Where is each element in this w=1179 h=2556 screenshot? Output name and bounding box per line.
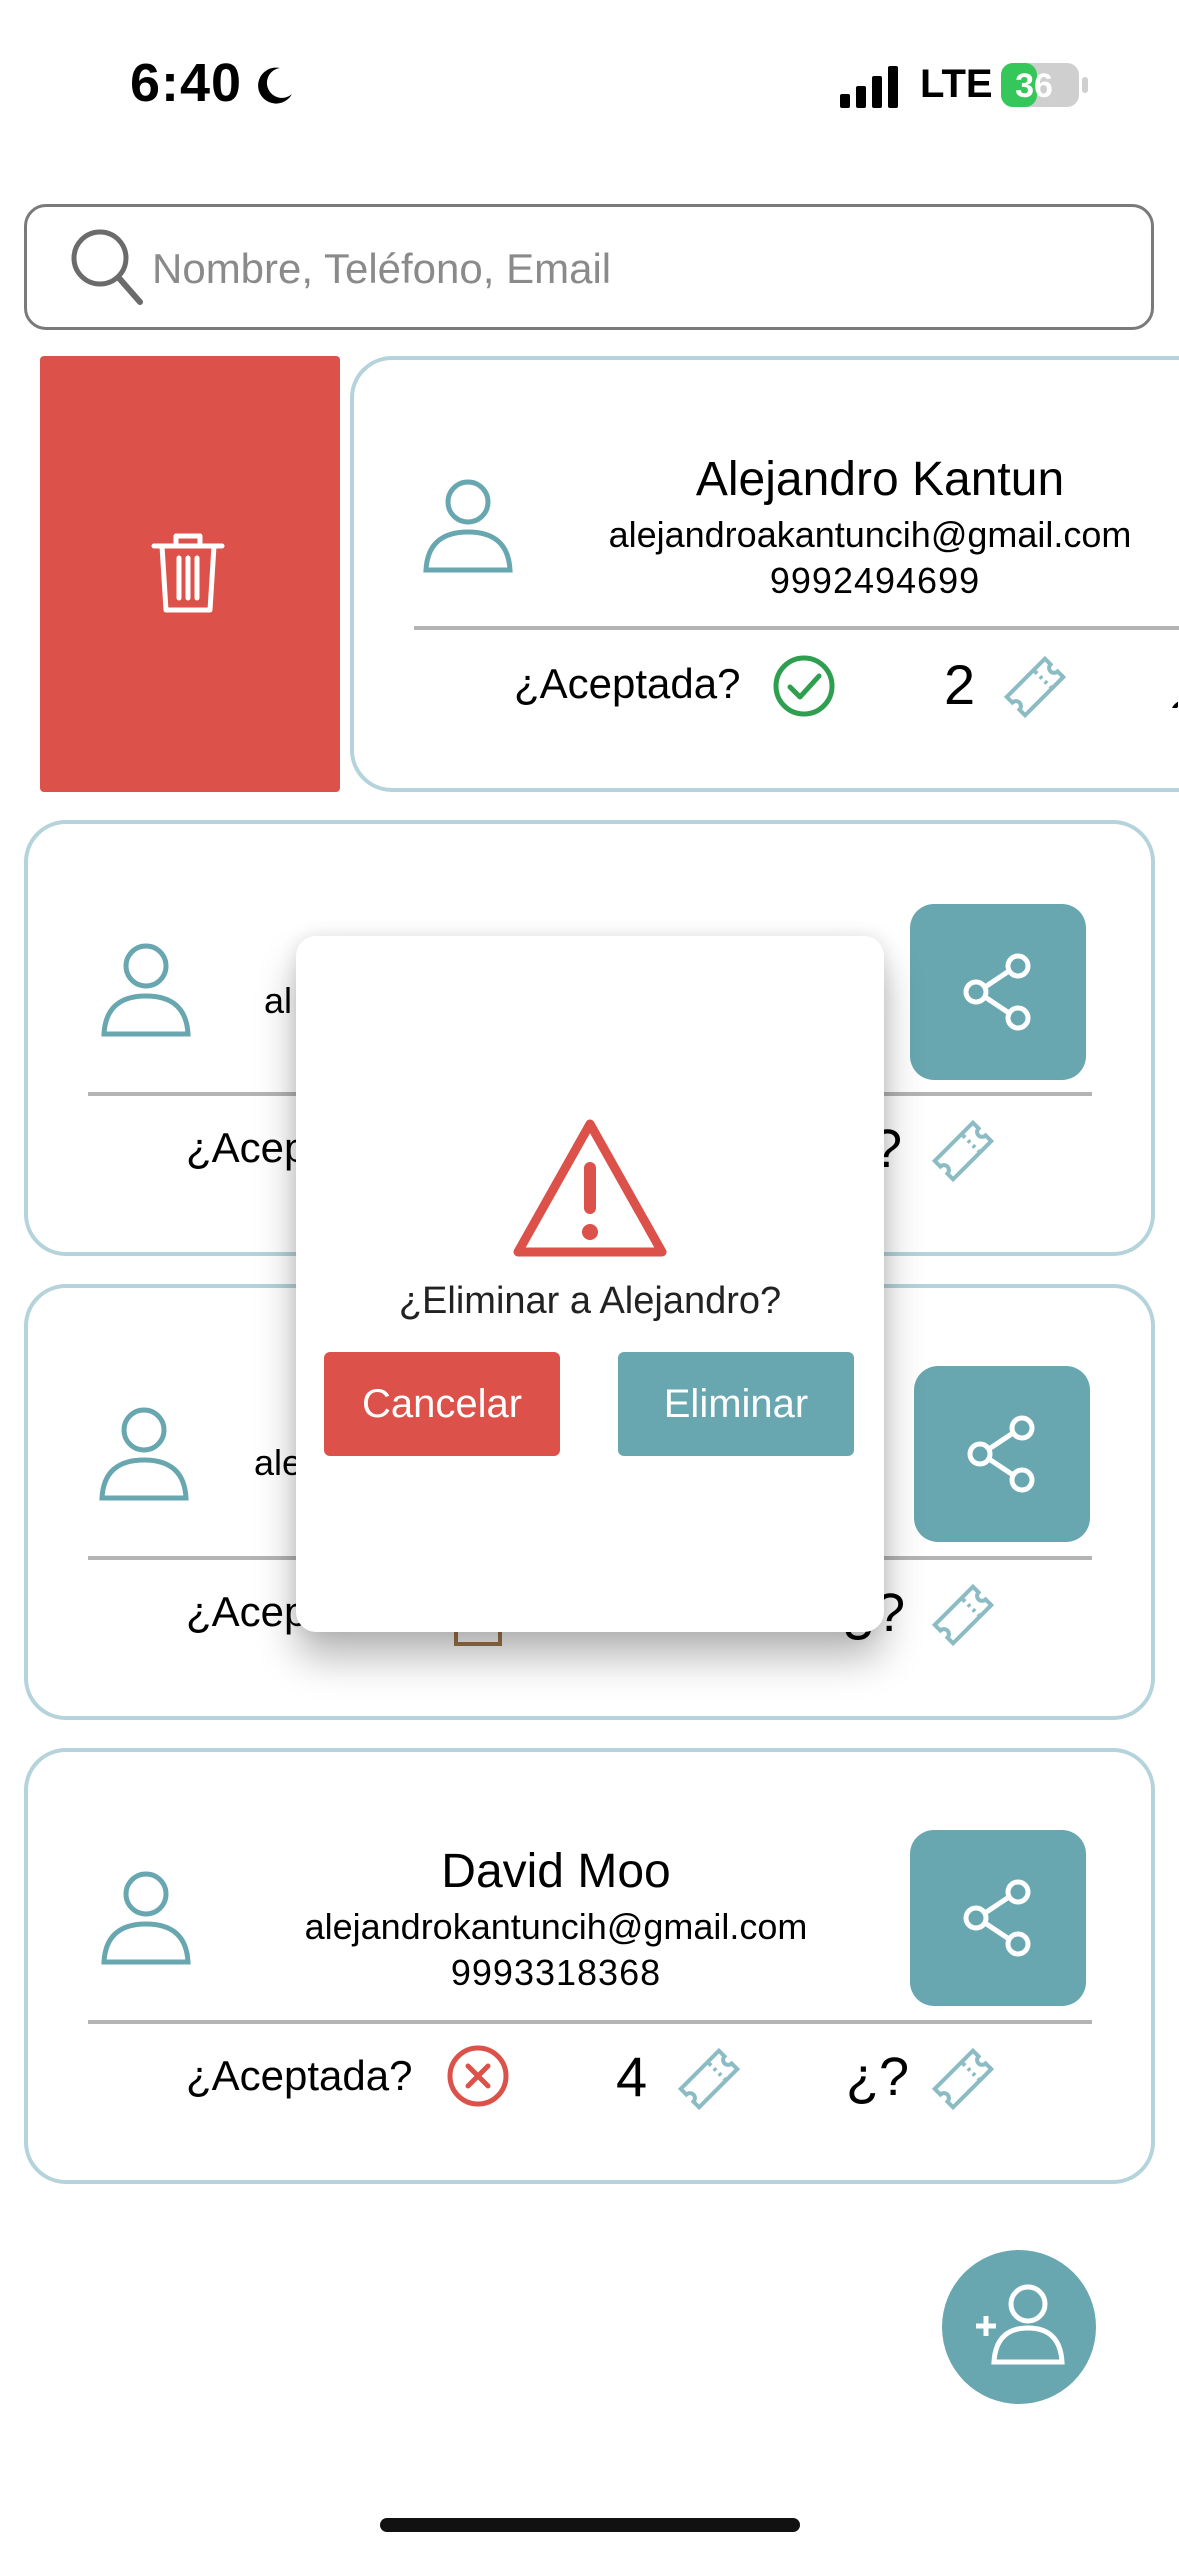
signal-icon bbox=[840, 66, 898, 108]
unknown-label: ¿? bbox=[846, 2047, 910, 2107]
search-input[interactable] bbox=[150, 238, 1114, 300]
search-icon bbox=[71, 229, 143, 305]
ticket-count: 2 bbox=[944, 653, 976, 716]
accepted-label: ¿Acep bbox=[186, 1124, 308, 1171]
ticket-count: 4 bbox=[616, 2045, 648, 2108]
ticket-icon bbox=[677, 2047, 741, 2111]
ticket-icon bbox=[931, 2047, 995, 2111]
confirm-delete-button[interactable]: Eliminar bbox=[618, 1352, 854, 1456]
guest-phone: 9992494699 bbox=[769, 560, 981, 601]
guest-name: David Moo bbox=[441, 1845, 671, 1898]
status-time: 6:40 bbox=[130, 53, 243, 113]
home-indicator bbox=[380, 2518, 800, 2532]
accepted-label: ¿Aceptada? bbox=[186, 2052, 413, 2099]
guest-name: Alejandro Kantun bbox=[695, 453, 1065, 506]
dialog-message: ¿Eliminar a Alejandro? bbox=[398, 1280, 782, 1322]
unknown-label-clipped: ¿ bbox=[1168, 664, 1178, 708]
guest-email-partial: ale bbox=[254, 1442, 303, 1483]
ticket-icon bbox=[931, 1119, 995, 1183]
x-circle-icon bbox=[447, 2045, 509, 2107]
moon-icon bbox=[258, 67, 292, 104]
share-icon bbox=[963, 953, 1031, 1031]
share-icon bbox=[967, 1415, 1035, 1493]
guest-email: alejandrokantuncih@gmail.com bbox=[304, 1906, 808, 1947]
guest-email: alejandroakantuncih@gmail.com bbox=[608, 514, 1132, 555]
warning-icon bbox=[513, 1119, 667, 1257]
trash-icon bbox=[151, 533, 225, 613]
battery-level: 36 bbox=[1015, 67, 1053, 105]
guest-email-partial: al bbox=[264, 980, 293, 1021]
person-icon bbox=[101, 1871, 191, 1965]
ticket-icon bbox=[1003, 655, 1067, 719]
person-icon bbox=[101, 943, 191, 1037]
person-icon bbox=[99, 1407, 189, 1501]
check-circle-icon bbox=[773, 655, 835, 717]
ticket-icon bbox=[931, 1583, 995, 1647]
divider bbox=[414, 626, 1179, 630]
guest-phone: 9993318368 bbox=[450, 1952, 662, 1993]
share-icon bbox=[963, 1879, 1031, 1957]
cancel-button[interactable]: Cancelar bbox=[324, 1352, 560, 1456]
person-icon bbox=[423, 479, 513, 573]
accepted-label: ¿Aceptada? bbox=[514, 660, 741, 707]
divider bbox=[88, 2020, 1092, 2024]
person-add-icon bbox=[976, 2284, 1065, 2365]
accepted-label: ¿Acep bbox=[186, 1588, 308, 1635]
network-type: LTE bbox=[920, 62, 993, 106]
